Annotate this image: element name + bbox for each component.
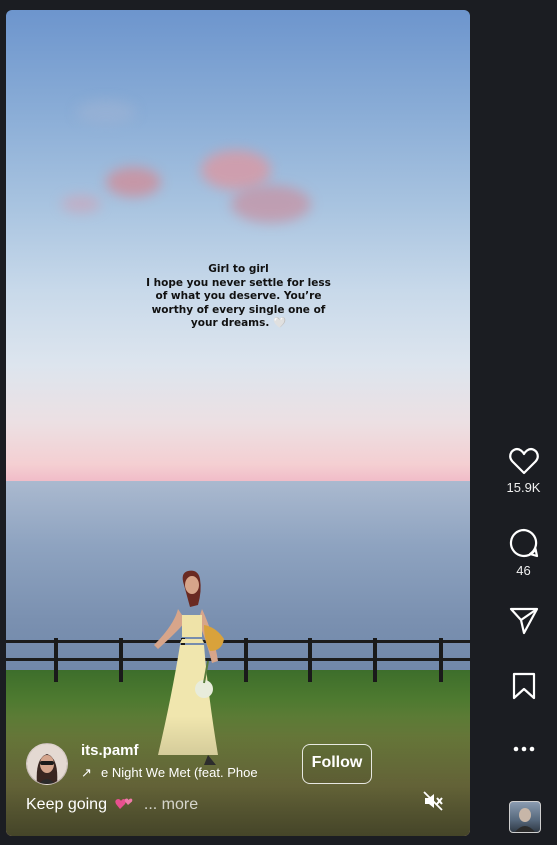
audio-track-name: e Night We Met (feat. Phoe	[101, 765, 258, 780]
heart-icon[interactable]	[508, 447, 539, 475]
cloud	[231, 185, 311, 223]
overlay-line: worthy of every single one of	[151, 303, 326, 316]
like-count: 15.9K	[506, 480, 541, 495]
post-caption[interactable]: Keep going ... more	[26, 796, 198, 814]
overlay-line: of what you deserve. You’re	[155, 290, 322, 302]
avatar[interactable]	[26, 743, 68, 785]
overlay-quote: Girl to girl I hope you never settle for…	[136, 263, 341, 331]
overlay-line: Girl to girl	[208, 263, 269, 275]
comment-action[interactable]: 46	[490, 528, 557, 578]
overlay-line: your dreams. 🤍	[190, 317, 287, 329]
username-link[interactable]: its.pamf	[81, 742, 139, 759]
audio-thumbnail[interactable]	[509, 801, 541, 833]
caption-text: Keep going	[26, 796, 107, 813]
audio-link[interactable]: ↗ e Night We Met (feat. Phoe	[81, 765, 291, 781]
action-sidebar: 15.9K 46	[490, 0, 557, 845]
two-hearts-emoji-icon	[115, 798, 133, 809]
follow-button[interactable]: Follow	[302, 744, 372, 784]
comment-count: 46	[516, 563, 531, 578]
audio-arrow-icon: ↗	[81, 765, 92, 780]
more-options-action[interactable]	[490, 745, 557, 753]
cloud	[106, 167, 161, 197]
comment-bubble-icon[interactable]	[509, 528, 539, 558]
more-link[interactable]: ... more	[144, 796, 198, 813]
reels-viewer: Girl to girl I hope you never settle for…	[0, 0, 557, 845]
reel-video[interactable]: Girl to girl I hope you never settle for…	[6, 10, 470, 836]
like-action[interactable]: 15.9K	[490, 447, 557, 495]
audio-cover-icon	[515, 808, 535, 832]
speaker-muted-icon[interactable]	[422, 790, 444, 812]
avatar-portrait-icon	[27, 744, 67, 784]
cloud	[61, 195, 101, 213]
cloud	[201, 150, 271, 190]
cloud	[76, 100, 136, 125]
save-action[interactable]	[490, 672, 557, 700]
bookmark-icon[interactable]	[511, 672, 537, 700]
share-action[interactable]	[490, 607, 557, 635]
fence-railing	[6, 638, 470, 688]
paper-plane-icon[interactable]	[509, 607, 539, 635]
overlay-line: I hope you never settle for less	[146, 276, 331, 289]
more-dots-icon[interactable]	[512, 745, 536, 753]
